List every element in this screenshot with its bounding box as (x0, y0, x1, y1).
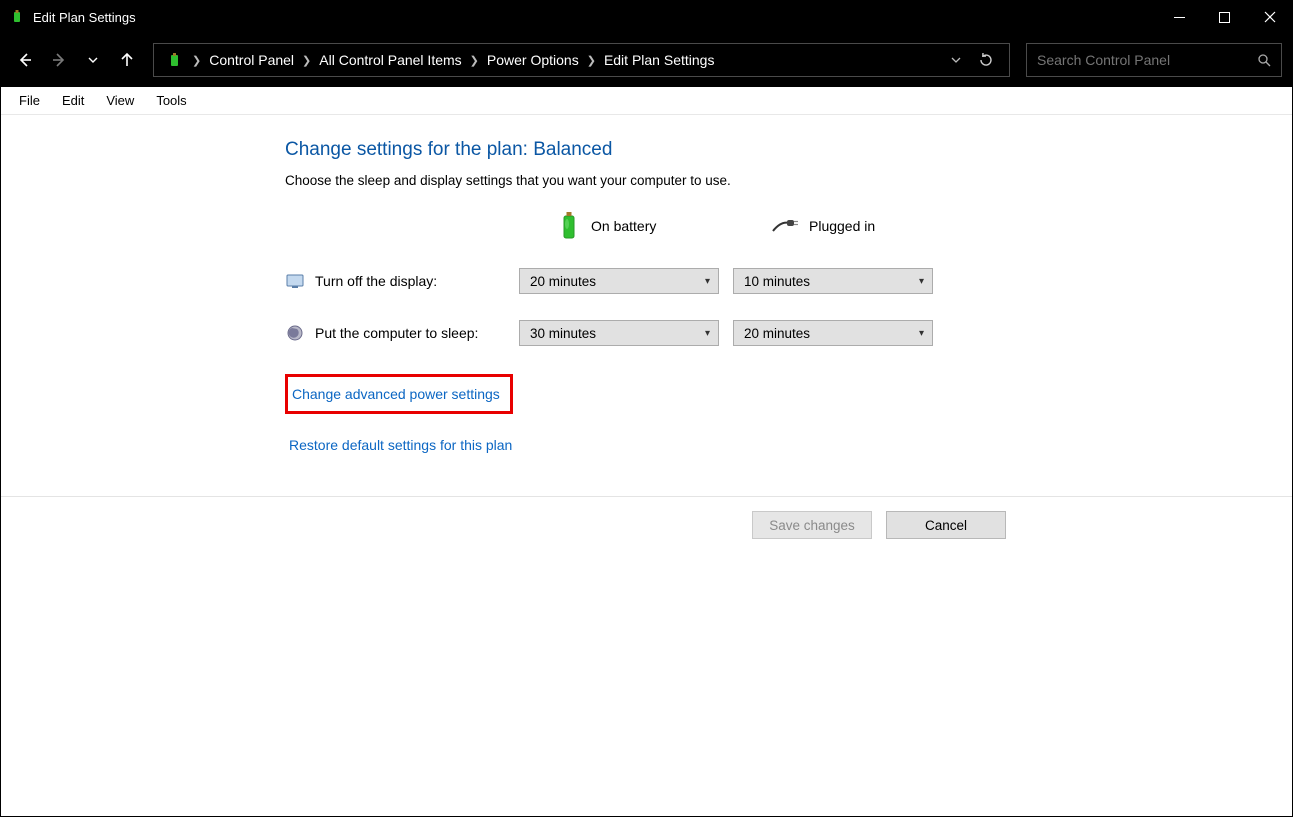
sleep-plugged-dropdown[interactable]: 20 minutes ▾ (733, 320, 933, 346)
plug-icon (771, 217, 799, 235)
up-button[interactable] (113, 46, 141, 74)
content: Change settings for the plan: Balanced C… (1, 115, 1292, 458)
column-header-plugged: Plugged in (733, 217, 933, 235)
page-title: Change settings for the plan: Balanced (285, 139, 1292, 161)
display-icon (285, 271, 305, 291)
chevron-down-icon: ▾ (919, 276, 924, 287)
display-plugged-value: 10 minutes (744, 274, 810, 289)
minimize-button[interactable] (1157, 1, 1202, 33)
chevron-right-icon[interactable]: ❯ (585, 54, 598, 67)
restore-defaults-link[interactable]: Restore default settings for this plan (285, 432, 516, 458)
search-icon[interactable] (1257, 53, 1271, 67)
battery-icon (557, 210, 581, 242)
breadcrumb-item[interactable]: All Control Panel Items (313, 48, 467, 72)
column-header-plugged-label: Plugged in (809, 218, 875, 234)
search-input[interactable] (1037, 52, 1257, 68)
app-icon (9, 9, 25, 25)
chevron-right-icon[interactable]: ❯ (190, 54, 203, 67)
row-display-label: Turn off the display: (315, 273, 437, 289)
close-button[interactable] (1247, 1, 1292, 33)
address-bar[interactable]: ❯ Control Panel ❯ All Control Panel Item… (153, 43, 1010, 77)
recent-locations-button[interactable] (79, 46, 107, 74)
links-section: Change advanced power settings Restore d… (285, 374, 1292, 458)
search-box[interactable] (1026, 43, 1282, 77)
maximize-button[interactable] (1202, 1, 1247, 33)
display-battery-dropdown[interactable]: 20 minutes ▾ (519, 268, 719, 294)
breadcrumb-item[interactable]: Control Panel (203, 48, 300, 72)
chevron-right-icon[interactable]: ❯ (468, 54, 481, 67)
footer: Save changes Cancel (1, 496, 1292, 553)
refresh-button[interactable] (969, 43, 1003, 77)
sleep-battery-value: 30 minutes (530, 326, 596, 341)
display-battery-value: 20 minutes (530, 274, 596, 289)
highlight-annotation: Change advanced power settings (285, 374, 513, 414)
menu-tools[interactable]: Tools (146, 89, 196, 112)
save-button[interactable]: Save changes (752, 511, 872, 539)
column-header-battery: On battery (519, 210, 719, 242)
forward-button[interactable] (45, 46, 73, 74)
settings-grid: On battery Plugged in Turn off the displ… (285, 210, 1292, 346)
address-icon (160, 47, 190, 73)
chevron-down-icon: ▾ (705, 276, 710, 287)
row-sleep: Put the computer to sleep: (285, 323, 505, 343)
display-plugged-dropdown[interactable]: 10 minutes ▾ (733, 268, 933, 294)
breadcrumb-item[interactable]: Edit Plan Settings (598, 48, 721, 72)
titlebar: Edit Plan Settings (1, 1, 1292, 33)
back-button[interactable] (11, 46, 39, 74)
change-advanced-link[interactable]: Change advanced power settings (288, 381, 504, 407)
menubar: File Edit View Tools (1, 87, 1292, 115)
row-sleep-label: Put the computer to sleep: (315, 325, 478, 341)
chevron-right-icon[interactable]: ❯ (300, 54, 313, 67)
chevron-down-icon: ▾ (705, 328, 710, 339)
column-header-battery-label: On battery (591, 218, 656, 234)
sleep-battery-dropdown[interactable]: 30 minutes ▾ (519, 320, 719, 346)
address-dropdown-icon[interactable] (943, 55, 969, 65)
cancel-button[interactable]: Cancel (886, 511, 1006, 539)
page-description: Choose the sleep and display settings th… (285, 173, 1292, 188)
menu-view[interactable]: View (96, 89, 144, 112)
chevron-down-icon: ▾ (919, 328, 924, 339)
menu-file[interactable]: File (9, 89, 50, 112)
sleep-plugged-value: 20 minutes (744, 326, 810, 341)
row-display: Turn off the display: (285, 271, 505, 291)
breadcrumb-item[interactable]: Power Options (481, 48, 585, 72)
navbar: ❯ Control Panel ❯ All Control Panel Item… (1, 33, 1292, 87)
menu-edit[interactable]: Edit (52, 89, 94, 112)
sleep-icon (285, 323, 305, 343)
window-title: Edit Plan Settings (33, 10, 136, 25)
